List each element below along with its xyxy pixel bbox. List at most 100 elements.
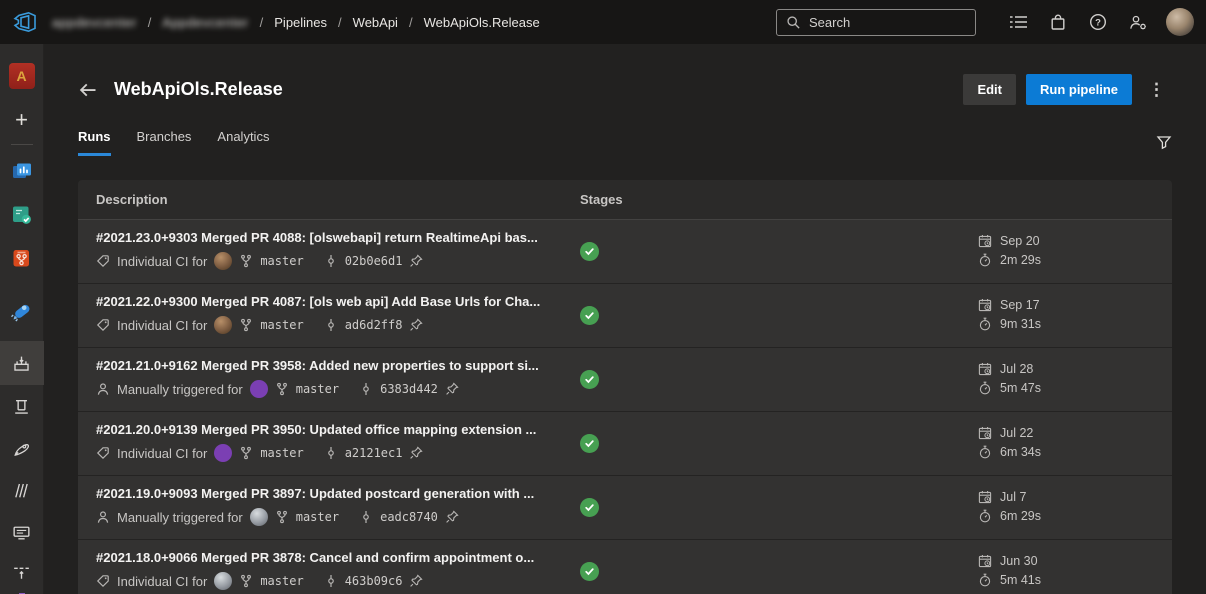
run-duration: 5m 47s — [1000, 381, 1041, 395]
commit-hash[interactable]: 02b0e6d1 — [345, 254, 403, 268]
tab[interactable]: Analytics — [217, 129, 269, 156]
stage-success-icon[interactable] — [580, 498, 599, 517]
commit-icon — [324, 318, 338, 332]
search-input[interactable]: Search — [776, 9, 976, 36]
branch-icon — [275, 510, 289, 524]
more-actions-icon[interactable]: ⋮ — [1142, 80, 1172, 100]
pipelines-icon[interactable] — [0, 289, 44, 333]
azure-devops-logo-icon[interactable] — [12, 9, 38, 35]
user-avatar[interactable] — [1166, 8, 1194, 36]
pin-icon[interactable] — [409, 446, 423, 460]
pin-icon[interactable] — [409, 574, 423, 588]
calendar-icon — [978, 298, 992, 312]
commit-icon — [359, 382, 373, 396]
stage-success-icon[interactable] — [580, 370, 599, 389]
left-navigation-rail: A + — [0, 44, 44, 594]
user-settings-icon[interactable] — [1118, 7, 1158, 37]
pipeline-run-row[interactable]: #2021.18.0+9066 Merged PR 3878: Cancel a… — [78, 540, 1172, 594]
commit-hash[interactable]: eadc8740 — [380, 510, 438, 524]
breadcrumb-label: Pipelines — [274, 15, 327, 30]
trigger-text: Individual CI for — [117, 318, 207, 333]
pipeline-run-row[interactable]: #2021.19.0+9093 Merged PR 3897: Updated … — [78, 476, 1172, 540]
person-icon — [96, 382, 110, 396]
help-icon[interactable]: ? — [1078, 7, 1118, 37]
breadcrumb-separator: / — [148, 15, 152, 30]
add-icon[interactable]: + — [0, 98, 44, 142]
stopwatch-icon — [978, 445, 992, 459]
marketplace-bag-icon[interactable] — [1038, 7, 1078, 37]
stopwatch-icon — [978, 573, 992, 587]
requester-avatar — [214, 316, 232, 334]
branch-name[interactable]: master — [260, 574, 303, 588]
project-avatar[interactable]: A — [0, 54, 44, 98]
stage-success-icon[interactable] — [580, 562, 599, 581]
run-duration: 5m 41s — [1000, 573, 1041, 587]
overview-icon[interactable] — [0, 149, 44, 193]
trigger-text: Manually triggered for — [117, 382, 243, 397]
releases-icon[interactable] — [0, 427, 44, 469]
environments-icon[interactable] — [0, 385, 44, 427]
run-title: #2021.21.0+9162 Merged PR 3958: Added ne… — [96, 358, 580, 373]
pin-icon[interactable] — [409, 318, 423, 332]
header-actions: Edit Run pipeline ⋮ — [963, 74, 1172, 105]
breadcrumb-separator: / — [338, 15, 342, 30]
trigger-text: Individual CI for — [117, 254, 207, 269]
pipeline-run-row[interactable]: #2021.21.0+9162 Merged PR 3958: Added ne… — [78, 348, 1172, 412]
breadcrumb-separator: / — [260, 15, 264, 30]
task-groups-icon[interactable] — [0, 511, 44, 553]
tab[interactable]: Branches — [137, 129, 192, 156]
column-header-stages: Stages — [580, 192, 978, 207]
pipeline-run-row[interactable]: #2021.20.0+9139 Merged PR 3950: Updated … — [78, 412, 1172, 476]
breadcrumb-item[interactable]: Pipelines / — [274, 15, 352, 30]
top-bar: appdevcenter / Appdevcenter / Pipelines … — [0, 0, 1206, 44]
commit-hash[interactable]: 6383d442 — [380, 382, 438, 396]
stopwatch-icon — [978, 317, 992, 331]
stage-success-icon[interactable] — [580, 306, 599, 325]
branch-icon — [239, 446, 253, 460]
calendar-icon — [978, 362, 992, 376]
branch-name[interactable]: master — [260, 446, 303, 460]
builds-icon[interactable] — [0, 341, 44, 385]
repos-icon[interactable] — [0, 237, 44, 281]
branch-icon — [239, 574, 253, 588]
requester-avatar — [214, 444, 232, 462]
deployment-groups-icon[interactable] — [0, 553, 44, 591]
tag-icon — [96, 318, 110, 332]
run-pipeline-button[interactable]: Run pipeline — [1026, 74, 1132, 105]
commit-hash[interactable]: a2121ec1 — [345, 446, 403, 460]
pipeline-run-row[interactable]: #2021.22.0+9300 Merged PR 4087: [ols web… — [78, 284, 1172, 348]
trigger-text: Manually triggered for — [117, 510, 243, 525]
pin-icon[interactable] — [445, 382, 459, 396]
pin-icon[interactable] — [445, 510, 459, 524]
branch-name[interactable]: master — [260, 254, 303, 268]
breadcrumb-item[interactable]: WebApiOls.Release / — [424, 15, 540, 30]
breadcrumb: appdevcenter / Appdevcenter / Pipelines … — [52, 15, 540, 30]
commit-hash[interactable]: 463b09c6 — [345, 574, 403, 588]
pipeline-run-row[interactable]: #2021.23.0+9303 Merged PR 4088: [olsweba… — [78, 220, 1172, 284]
requester-avatar — [214, 572, 232, 590]
run-date: Sep 17 — [1000, 298, 1040, 312]
breadcrumb-item[interactable]: Appdevcenter / — [162, 15, 274, 30]
branch-name[interactable]: master — [296, 382, 339, 396]
library-icon[interactable] — [0, 469, 44, 511]
stage-success-icon[interactable] — [580, 242, 599, 261]
breadcrumb-label: appdevcenter — [52, 15, 137, 30]
pin-icon[interactable] — [409, 254, 423, 268]
requester-avatar — [250, 508, 268, 526]
boards-icon[interactable] — [0, 193, 44, 237]
table-body: #2021.23.0+9303 Merged PR 4088: [olsweba… — [78, 220, 1172, 594]
trigger-text: Individual CI for — [117, 574, 207, 589]
filter-icon[interactable] — [1156, 134, 1172, 156]
branch-name[interactable]: master — [296, 510, 339, 524]
sidebar-divider — [11, 144, 33, 145]
stage-success-icon[interactable] — [580, 434, 599, 453]
edit-button[interactable]: Edit — [963, 74, 1016, 105]
tab[interactable]: Runs — [78, 129, 111, 156]
breadcrumb-item[interactable]: WebApi / — [353, 15, 424, 30]
stopwatch-icon — [978, 509, 992, 523]
commit-hash[interactable]: ad6d2ff8 — [345, 318, 403, 332]
task-list-icon[interactable] — [998, 7, 1038, 37]
branch-name[interactable]: master — [260, 318, 303, 332]
back-arrow-icon[interactable] — [78, 79, 100, 101]
breadcrumb-item[interactable]: appdevcenter / — [52, 15, 162, 30]
